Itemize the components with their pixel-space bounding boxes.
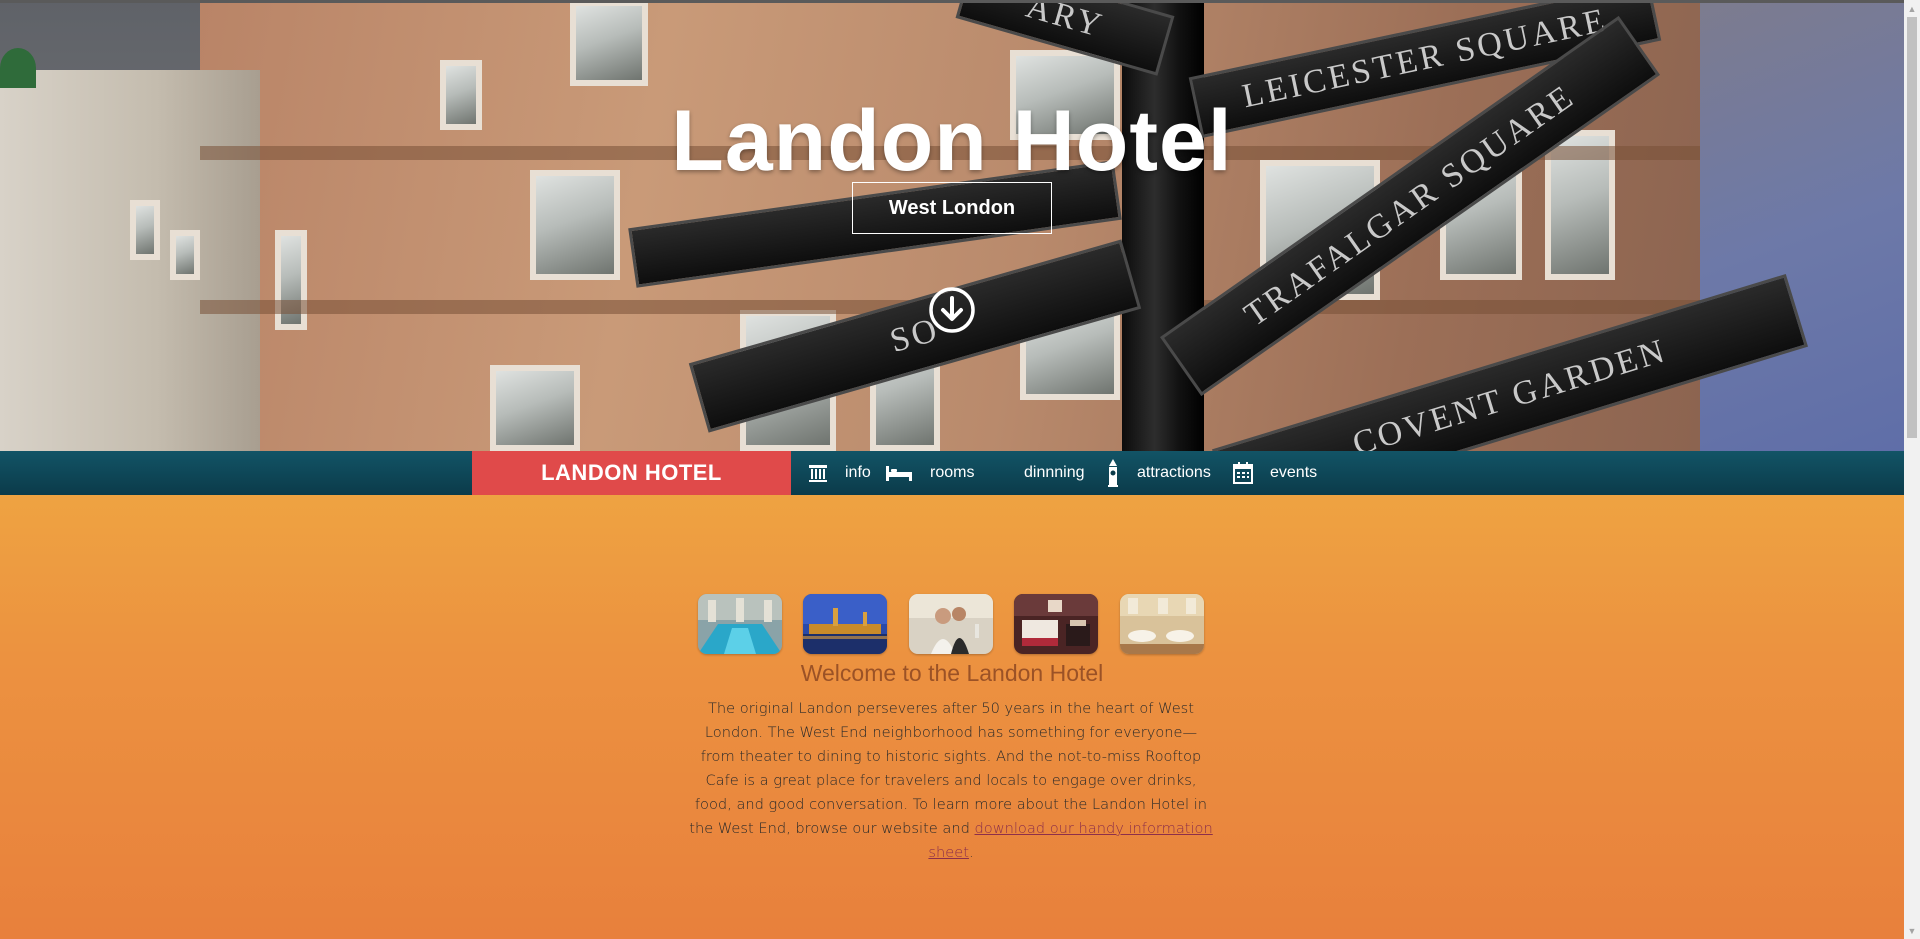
main-navbar: LANDON HOTEL info rooms dinnning attract… — [0, 451, 1904, 495]
nav-label-attractions: attractions — [1137, 464, 1211, 481]
nav-label-dining: dinnning — [1024, 464, 1085, 481]
nav-item-info[interactable]: info — [808, 451, 871, 495]
dining-icon — [987, 463, 1007, 483]
wedding-couple-image[interactable] — [909, 594, 993, 654]
brand-logo[interactable]: LANDON HOTEL — [472, 451, 791, 495]
building-window — [170, 230, 200, 280]
welcome-body-text: The original Landon perseveres after 50 … — [689, 700, 1208, 837]
green-dome — [0, 48, 36, 88]
calendar-icon — [1233, 462, 1253, 484]
hotel-room-image[interactable] — [1014, 594, 1098, 654]
welcome-paragraph: The original Landon perseveres after 50 … — [688, 697, 1214, 865]
nav-label-rooms: rooms — [930, 464, 975, 481]
nav-item-events[interactable]: events — [1233, 451, 1317, 495]
building-window — [130, 200, 160, 260]
westminster-night-image[interactable] — [803, 594, 887, 654]
hero-title: Landon Hotel — [671, 93, 1233, 189]
dining-hall-image[interactable] — [1120, 594, 1204, 654]
scroll-down-arrow-icon[interactable]: ▼ — [1904, 922, 1920, 939]
building-window — [275, 230, 307, 330]
bed-icon — [886, 466, 912, 481]
welcome-trailing-text: . — [968, 844, 974, 861]
building-icon — [809, 465, 827, 482]
pool-image[interactable] — [698, 594, 782, 654]
hero-subtitle: West London — [852, 182, 1052, 234]
nav-label-info: info — [845, 464, 871, 481]
photo-gallery — [698, 594, 1205, 654]
vertical-scrollbar[interactable]: ▲ ▼ — [1904, 0, 1920, 939]
page: LEICESTER SQUARE TRAFALGAR SQUARE COVENT… — [0, 0, 1904, 939]
building-window — [570, 0, 648, 86]
big-ben-icon — [1108, 459, 1118, 487]
welcome-heading: Welcome to the Landon Hotel — [800, 660, 1104, 686]
scroll-up-arrow-icon[interactable]: ▲ — [1904, 0, 1920, 17]
hero-banner: LEICESTER SQUARE TRAFALGAR SQUARE COVENT… — [0, 0, 1904, 451]
arrow-circle-down-icon[interactable] — [928, 286, 976, 334]
nav-item-dining[interactable]: dinnning — [987, 451, 1085, 495]
building-window — [490, 365, 580, 451]
window-top-border — [0, 0, 1904, 3]
nav-item-rooms[interactable]: rooms — [885, 451, 974, 495]
nav-item-attractions[interactable]: attractions — [1106, 451, 1211, 495]
scrollbar-thumb[interactable] — [1907, 17, 1917, 438]
nav-label-events: events — [1270, 464, 1318, 481]
